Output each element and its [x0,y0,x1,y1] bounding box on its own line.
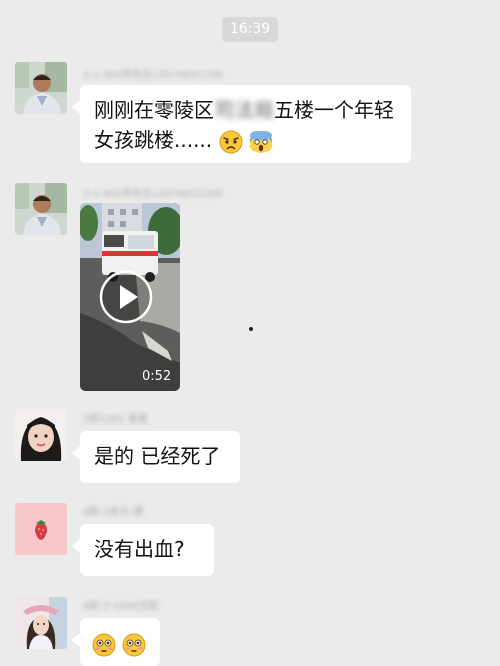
message-text: 没有出血? [94,537,185,561]
avatar[interactable] [15,183,67,235]
message-text: 是的 已经死了 [94,444,221,468]
avatar[interactable] [15,62,67,114]
message-bubble[interactable]: 没有出血? [72,524,214,576]
sender-name: 2-1-403李先生13574651339 [83,70,223,81]
sender-name: 4栋-3单元-谭 [83,507,143,518]
flushed-face-icon [122,633,146,656]
video-duration: 0:52 [142,369,172,384]
timestamp: 16:39 [222,17,278,42]
message-bubble[interactable] [72,618,160,666]
stray-dot [249,327,253,331]
sender-name: 2-1-403李先生13574651339 [83,189,223,200]
avatar[interactable] [15,597,67,649]
message-bubble[interactable]: 是的 已经死了 [72,431,240,483]
avatar[interactable] [15,503,67,555]
avatar[interactable] [15,409,67,461]
worried-face-icon [219,130,243,153]
sender-name: 8栋-2-1004王妮 [83,601,159,612]
message-bubble[interactable]: 刚刚在零陵区司法局五楼一个年轻女孩跳楼...... [72,85,411,163]
screaming-face-icon [249,130,273,153]
blurred-text: 司法局 [214,98,274,122]
flushed-face-icon [92,633,116,656]
sender-name: 2栋1301 夏夏 [83,414,148,425]
video-message[interactable]: 0:52 [80,203,180,391]
message-text: 刚刚在零陵区 [94,98,214,122]
